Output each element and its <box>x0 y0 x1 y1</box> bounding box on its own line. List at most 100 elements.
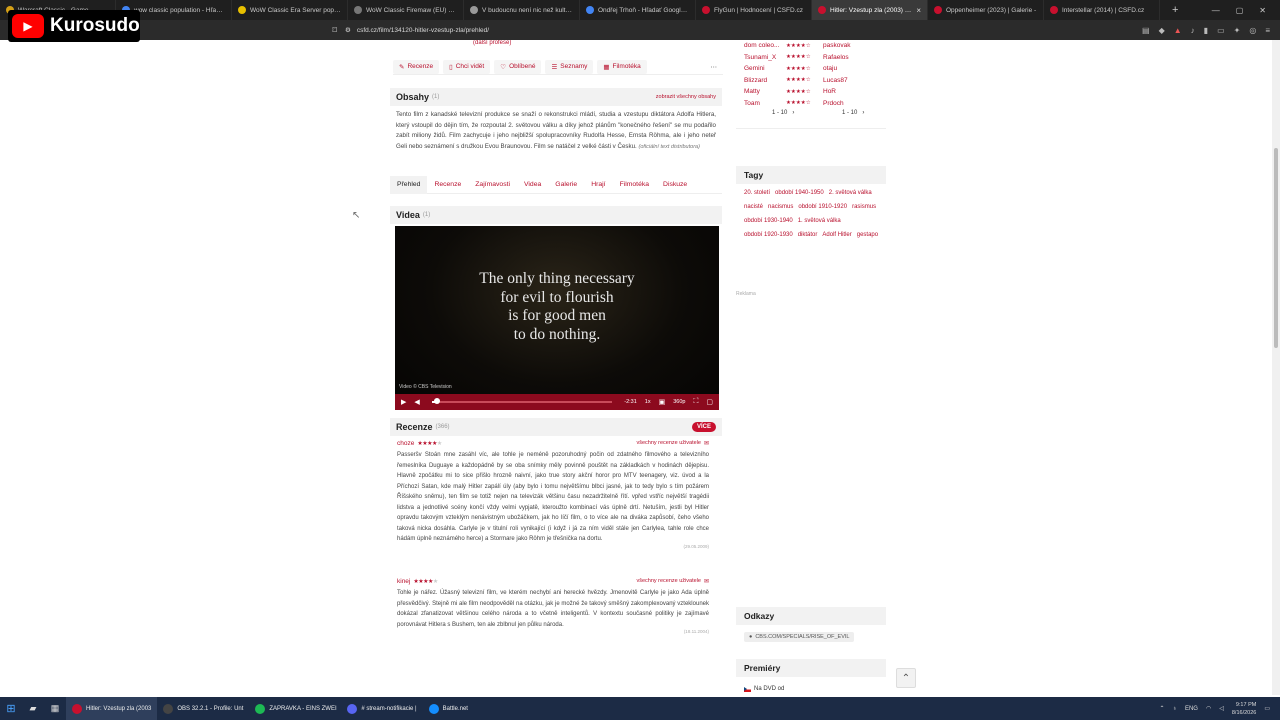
action-recenze-button[interactable]: ✎ Recenze <box>393 59 440 74</box>
browser-tab[interactable]: WoW Classic Firemaw (EU) Populati <box>348 0 464 20</box>
action-seznamy-button[interactable]: ☰ Seznamy <box>545 59 594 74</box>
tag-link[interactable]: období 1940-1950 <box>775 188 824 199</box>
tag-link[interactable]: nacisté <box>744 202 763 213</box>
action-chci-vidět-button[interactable]: ▯ Chci vidět <box>443 59 491 74</box>
taskbar-app[interactable]: # stream-notifikacie | <box>341 697 422 720</box>
taskbar-app[interactable]: Hitler: Vzestup zla (2003 <box>66 697 158 720</box>
play-icon[interactable]: ▶ <box>401 398 406 406</box>
review-mail-icon[interactable]: ✉ <box>704 578 709 585</box>
tab-3[interactable]: Videa <box>517 176 548 194</box>
window-close-icon[interactable]: ✕ <box>1259 6 1266 15</box>
browser-tab[interactable]: Oppenheimer (2023) | Galerie - <box>928 0 1044 20</box>
wallet-icon[interactable]: ▭ <box>1217 26 1225 35</box>
bookmark-icon[interactable]: ⌑ <box>332 25 337 36</box>
reader-icon[interactable]: ▤ <box>1142 26 1150 35</box>
browser-tab[interactable]: WoW Classic Era Server populatio <box>232 0 348 20</box>
tag-link[interactable]: 2. světová válka <box>829 188 872 199</box>
tab-4[interactable]: Galerie <box>548 176 584 194</box>
music-icon[interactable]: ♪ <box>1191 26 1195 35</box>
taskbar-app[interactable]: Battle.net <box>423 697 474 720</box>
creator-more-link[interactable]: (další profese) <box>473 40 511 46</box>
rating-user-link[interactable]: dom coleo... <box>744 42 786 49</box>
all-plots-link[interactable]: zobrazit všechny obsahy <box>656 94 716 100</box>
windows-start-icon[interactable]: ⊞ <box>0 697 22 720</box>
tag-link[interactable]: 20. století <box>744 188 770 199</box>
site-info-icon[interactable]: ⚙ <box>345 26 351 34</box>
extension-icon[interactable]: ◆ <box>1159 26 1165 35</box>
taskbar-app[interactable]: OBS 32.2.1 - Profile: Unt <box>157 697 249 720</box>
browser-tab[interactable]: Ondřej Trhoň - Hľadať Googlom <box>580 0 696 20</box>
browser-tab[interactable]: V budoucnu není nic než kulturní <box>464 0 580 20</box>
tag-link[interactable]: gestapo <box>857 230 878 241</box>
url-field[interactable]: ⚙ csfd.cz/film/134120-hitler-vzestup-zla… <box>345 23 865 37</box>
rating-user-link[interactable]: otaju <box>823 65 837 72</box>
theater-icon[interactable]: ▢ <box>706 398 713 406</box>
tab-1[interactable]: Recenze <box>427 176 468 194</box>
video-speed[interactable]: 1x <box>645 399 651 405</box>
browser-tab[interactable]: Interstellar (2014) | ČSFD.cz <box>1044 0 1160 20</box>
all-user-reviews-link[interactable]: všechny recenze uživatele <box>636 578 701 584</box>
speaker-icon[interactable]: ◁ <box>1219 705 1224 712</box>
ratings-pager-left[interactable]: 1 - 10 › <box>772 110 794 116</box>
video-progress-bar[interactable] <box>431 398 613 404</box>
tag-link[interactable]: rasismus <box>852 202 876 213</box>
rating-user-link[interactable]: HoR <box>823 88 836 95</box>
taskbar-app-icon[interactable]: ▦ <box>44 697 66 720</box>
pip-icon[interactable]: ▣ <box>659 398 666 406</box>
chevron-right-icon[interactable]: › <box>792 110 794 116</box>
rating-user-link[interactable]: Prdoch <box>823 100 844 107</box>
chevron-right-icon[interactable]: › <box>862 110 864 116</box>
more-options-icon[interactable]: ⋯ <box>705 60 724 74</box>
tag-link[interactable]: období 1910-1920 <box>798 202 847 213</box>
tab-close-icon[interactable]: × <box>916 6 921 15</box>
volume-icon[interactable]: ◀ <box>414 398 419 406</box>
scrollbar-thumb[interactable] <box>1274 148 1278 348</box>
browser-tab[interactable]: Hitler: Vzestup zla (2003) | ČSFD × <box>812 0 928 20</box>
back-to-top-button[interactable]: ⌃ <box>896 668 916 688</box>
rating-user-link[interactable]: Lucas87 <box>823 77 848 84</box>
menu-icon[interactable]: ≡ <box>1265 26 1270 35</box>
rating-user-link[interactable]: Gemini <box>744 65 786 72</box>
file-explorer-icon[interactable]: ▰ <box>22 697 44 720</box>
tag-link[interactable]: období 1920-1930 <box>744 230 793 241</box>
page-scrollbar[interactable] <box>1272 40 1280 695</box>
taskbar-app[interactable]: ZAPRAVKA - EINS ZWEI <box>249 697 341 720</box>
tab-6[interactable]: Filmotéka <box>613 176 656 194</box>
rating-user-link[interactable]: paskovak <box>823 42 850 49</box>
notification-icon[interactable]: ▭ <box>1264 705 1270 712</box>
rating-user-link[interactable]: Blizzard <box>744 77 786 84</box>
tag-link[interactable]: období 1930-1940 <box>744 216 793 227</box>
clock[interactable]: 9:17 PM 8/16/2026 <box>1232 701 1256 717</box>
sidebar-icon[interactable]: ▮ <box>1204 26 1208 35</box>
shield-icon[interactable]: ▲ <box>1174 26 1182 35</box>
action-oblíbené-button[interactable]: ♡ Oblíbené <box>494 59 542 74</box>
fullscreen-icon[interactable]: ⛶ <box>693 398 698 406</box>
tab-7[interactable]: Diskuze <box>656 176 694 194</box>
language-indicator[interactable]: ENG <box>1185 706 1198 712</box>
wifi-icon[interactable]: ◠ <box>1206 705 1211 712</box>
more-reviews-button[interactable]: VÍCE <box>691 422 716 432</box>
tab-0[interactable]: Přehled <box>390 175 428 194</box>
maximize-icon[interactable]: ▢ <box>1236 6 1244 15</box>
vpn-icon[interactable]: ◎ <box>1249 26 1256 35</box>
rating-user-link[interactable]: Rafaelos <box>823 54 849 61</box>
new-tab-icon[interactable]: + <box>1172 4 1186 16</box>
tray-chevron-icon[interactable]: ⌃ <box>1159 705 1164 712</box>
tab-5[interactable]: Hrají <box>584 176 612 194</box>
tag-link[interactable]: diktátor <box>798 230 818 241</box>
review-user-link[interactable]: kinej <box>397 578 410 585</box>
video-player[interactable]: The only thing necessary for evil to flou… <box>395 226 719 410</box>
action-filmotéka-button[interactable]: ▦ Filmotéka <box>597 59 647 74</box>
mic-icon[interactable]: ♁ <box>1172 706 1177 712</box>
ratings-pager-right[interactable]: 1 - 10 › <box>842 110 864 116</box>
rating-user-link[interactable]: Matty <box>744 88 786 95</box>
rating-user-link[interactable]: Tsunami_X <box>744 54 786 61</box>
rating-user-link[interactable]: Toam <box>744 100 786 107</box>
external-link[interactable]: ● CBS.COM/SPECIALS/RISE_OF_EVIL <box>744 632 855 642</box>
review-mail-icon[interactable]: ✉ <box>704 440 709 447</box>
all-user-reviews-link[interactable]: všechny recenze uživatele <box>636 440 701 446</box>
tag-link[interactable]: 1. světová válka <box>798 216 841 227</box>
video-progress-handle[interactable] <box>434 398 441 404</box>
video-quality[interactable]: 360p <box>673 399 685 405</box>
minimize-icon[interactable]: — <box>1212 6 1220 15</box>
